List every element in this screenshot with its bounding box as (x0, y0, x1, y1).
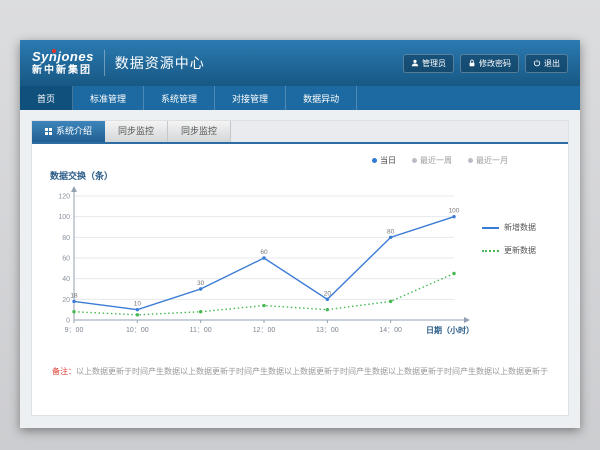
admin-button[interactable]: 管理员 (403, 54, 454, 73)
legend-update-data: 更新数据 (482, 245, 536, 256)
user-icon (411, 59, 419, 67)
filter-today[interactable]: 当日 (372, 154, 396, 166)
main-panel: 系统介绍 同步监控 同步监控 当日 最近一周 (31, 120, 569, 416)
tab-system-intro[interactable]: 系统介绍 (32, 121, 105, 142)
tab-label: 系统介绍 (56, 121, 92, 142)
footnote-text: 以上数据更新于时间产生数据以上数据更新于时间产生数据以上数据更新于时间产生数据以… (76, 367, 548, 376)
range-filters: 当日 最近一周 最近一月 (46, 154, 554, 166)
logout-button[interactable]: 退出 (525, 54, 568, 73)
legend-new-data: 新增数据 (482, 222, 536, 233)
radio-dot-icon (372, 158, 377, 163)
radio-dot-icon (468, 158, 473, 163)
legend-label: 新增数据 (504, 222, 536, 233)
svg-text:60: 60 (260, 249, 268, 256)
logout-label: 退出 (544, 58, 560, 69)
legend-label: 更新数据 (504, 245, 536, 256)
company-logo: Synjones 新中新集团 (32, 50, 94, 76)
footnote-label: 备注： (52, 367, 76, 376)
change-password-label: 修改密码 (479, 58, 511, 69)
svg-text:100: 100 (58, 214, 70, 221)
filter-last-month[interactable]: 最近一月 (468, 154, 508, 166)
y-axis-title: 数据交换（条） (50, 169, 554, 182)
app-title: 数据资源中心 (115, 53, 205, 73)
svg-text:10: 10 (134, 301, 142, 308)
app-window: Synjones 新中新集团 数据资源中心 管理员 修改密码 (20, 40, 580, 428)
svg-text:20: 20 (324, 290, 332, 297)
brand: Synjones 新中新集团 数据资源中心 (32, 50, 205, 76)
svg-text:100: 100 (449, 208, 460, 215)
series-legend: 新增数据 更新数据 (482, 222, 536, 256)
brand-divider (104, 50, 105, 76)
logo-text-en: Synjones (32, 50, 94, 65)
nav-item-docking-management[interactable]: 对接管理 (215, 86, 286, 110)
logo-red-dot-icon (52, 49, 56, 53)
svg-text:40: 40 (62, 276, 70, 283)
svg-text:18: 18 (70, 292, 78, 299)
svg-text:13：00: 13：00 (316, 327, 339, 334)
admin-label: 管理员 (422, 58, 446, 69)
lock-icon (468, 59, 476, 67)
exchange-line-chart: 0 20 40 60 80 100 120 9：00 10：00 11：00 12：00 13：00 1… (46, 182, 476, 340)
nav-item-data-change[interactable]: 数据异动 (286, 86, 357, 110)
tab-sync-monitor-1[interactable]: 同步监控 (105, 121, 168, 142)
nav-item-standard-management[interactable]: 标准管理 (73, 86, 144, 110)
nav-item-system-management[interactable]: 系统管理 (144, 86, 215, 110)
change-password-button[interactable]: 修改密码 (460, 54, 519, 73)
header: Synjones 新中新集团 数据资源中心 管理员 修改密码 (20, 40, 580, 86)
svg-text:60: 60 (62, 256, 70, 263)
filter-label: 最近一月 (476, 155, 508, 166)
desktop-background: Synjones 新中新集团 数据资源中心 管理员 修改密码 (0, 0, 600, 450)
chart-section: 当日 最近一周 最近一月 数据交换（条） 0204060801 (32, 144, 568, 340)
svg-text:120: 120 (58, 194, 70, 201)
svg-text:12：00: 12：00 (253, 327, 276, 334)
svg-text:14：00: 14：00 (379, 327, 402, 334)
power-icon (533, 59, 541, 67)
filter-last-week[interactable]: 最近一周 (412, 154, 452, 166)
tab-sync-monitor-2[interactable]: 同步监控 (168, 121, 231, 142)
main-nav: 首页 标准管理 系统管理 对接管理 数据异动 (20, 86, 580, 110)
solid-line-icon (482, 227, 499, 229)
svg-text:日期（小时）: 日期（小时） (426, 325, 474, 335)
content-area: 系统介绍 同步监控 同步监控 当日 最近一周 (20, 110, 580, 428)
svg-text:80: 80 (387, 228, 395, 235)
logo-text-cn: 新中新集团 (32, 65, 94, 77)
filter-label: 当日 (380, 155, 396, 166)
dotted-line-icon (482, 250, 499, 252)
grid-icon (45, 128, 52, 135)
svg-text:30: 30 (197, 280, 205, 287)
tab-bar: 系统介绍 同步监控 同步监控 (32, 121, 568, 144)
radio-dot-icon (412, 158, 417, 163)
svg-text:20: 20 (62, 297, 70, 304)
user-actions: 管理员 修改密码 退出 (403, 54, 568, 73)
filter-label: 最近一周 (420, 155, 452, 166)
nav-item-home[interactable]: 首页 (20, 86, 73, 110)
chart-row: 0 20 40 60 80 100 120 9：00 10：00 11：00 12：00 13：00 1… (46, 182, 554, 340)
svg-text:11：00: 11：00 (190, 327, 212, 334)
footnote: 备注：以上数据更新于时间产生数据以上数据更新于时间产生数据以上数据更新于时间产生… (32, 366, 568, 378)
svg-text:0: 0 (66, 318, 70, 325)
svg-text:80: 80 (62, 235, 70, 242)
svg-text:10：00: 10：00 (126, 327, 149, 334)
svg-text:9：00: 9：00 (65, 327, 84, 334)
